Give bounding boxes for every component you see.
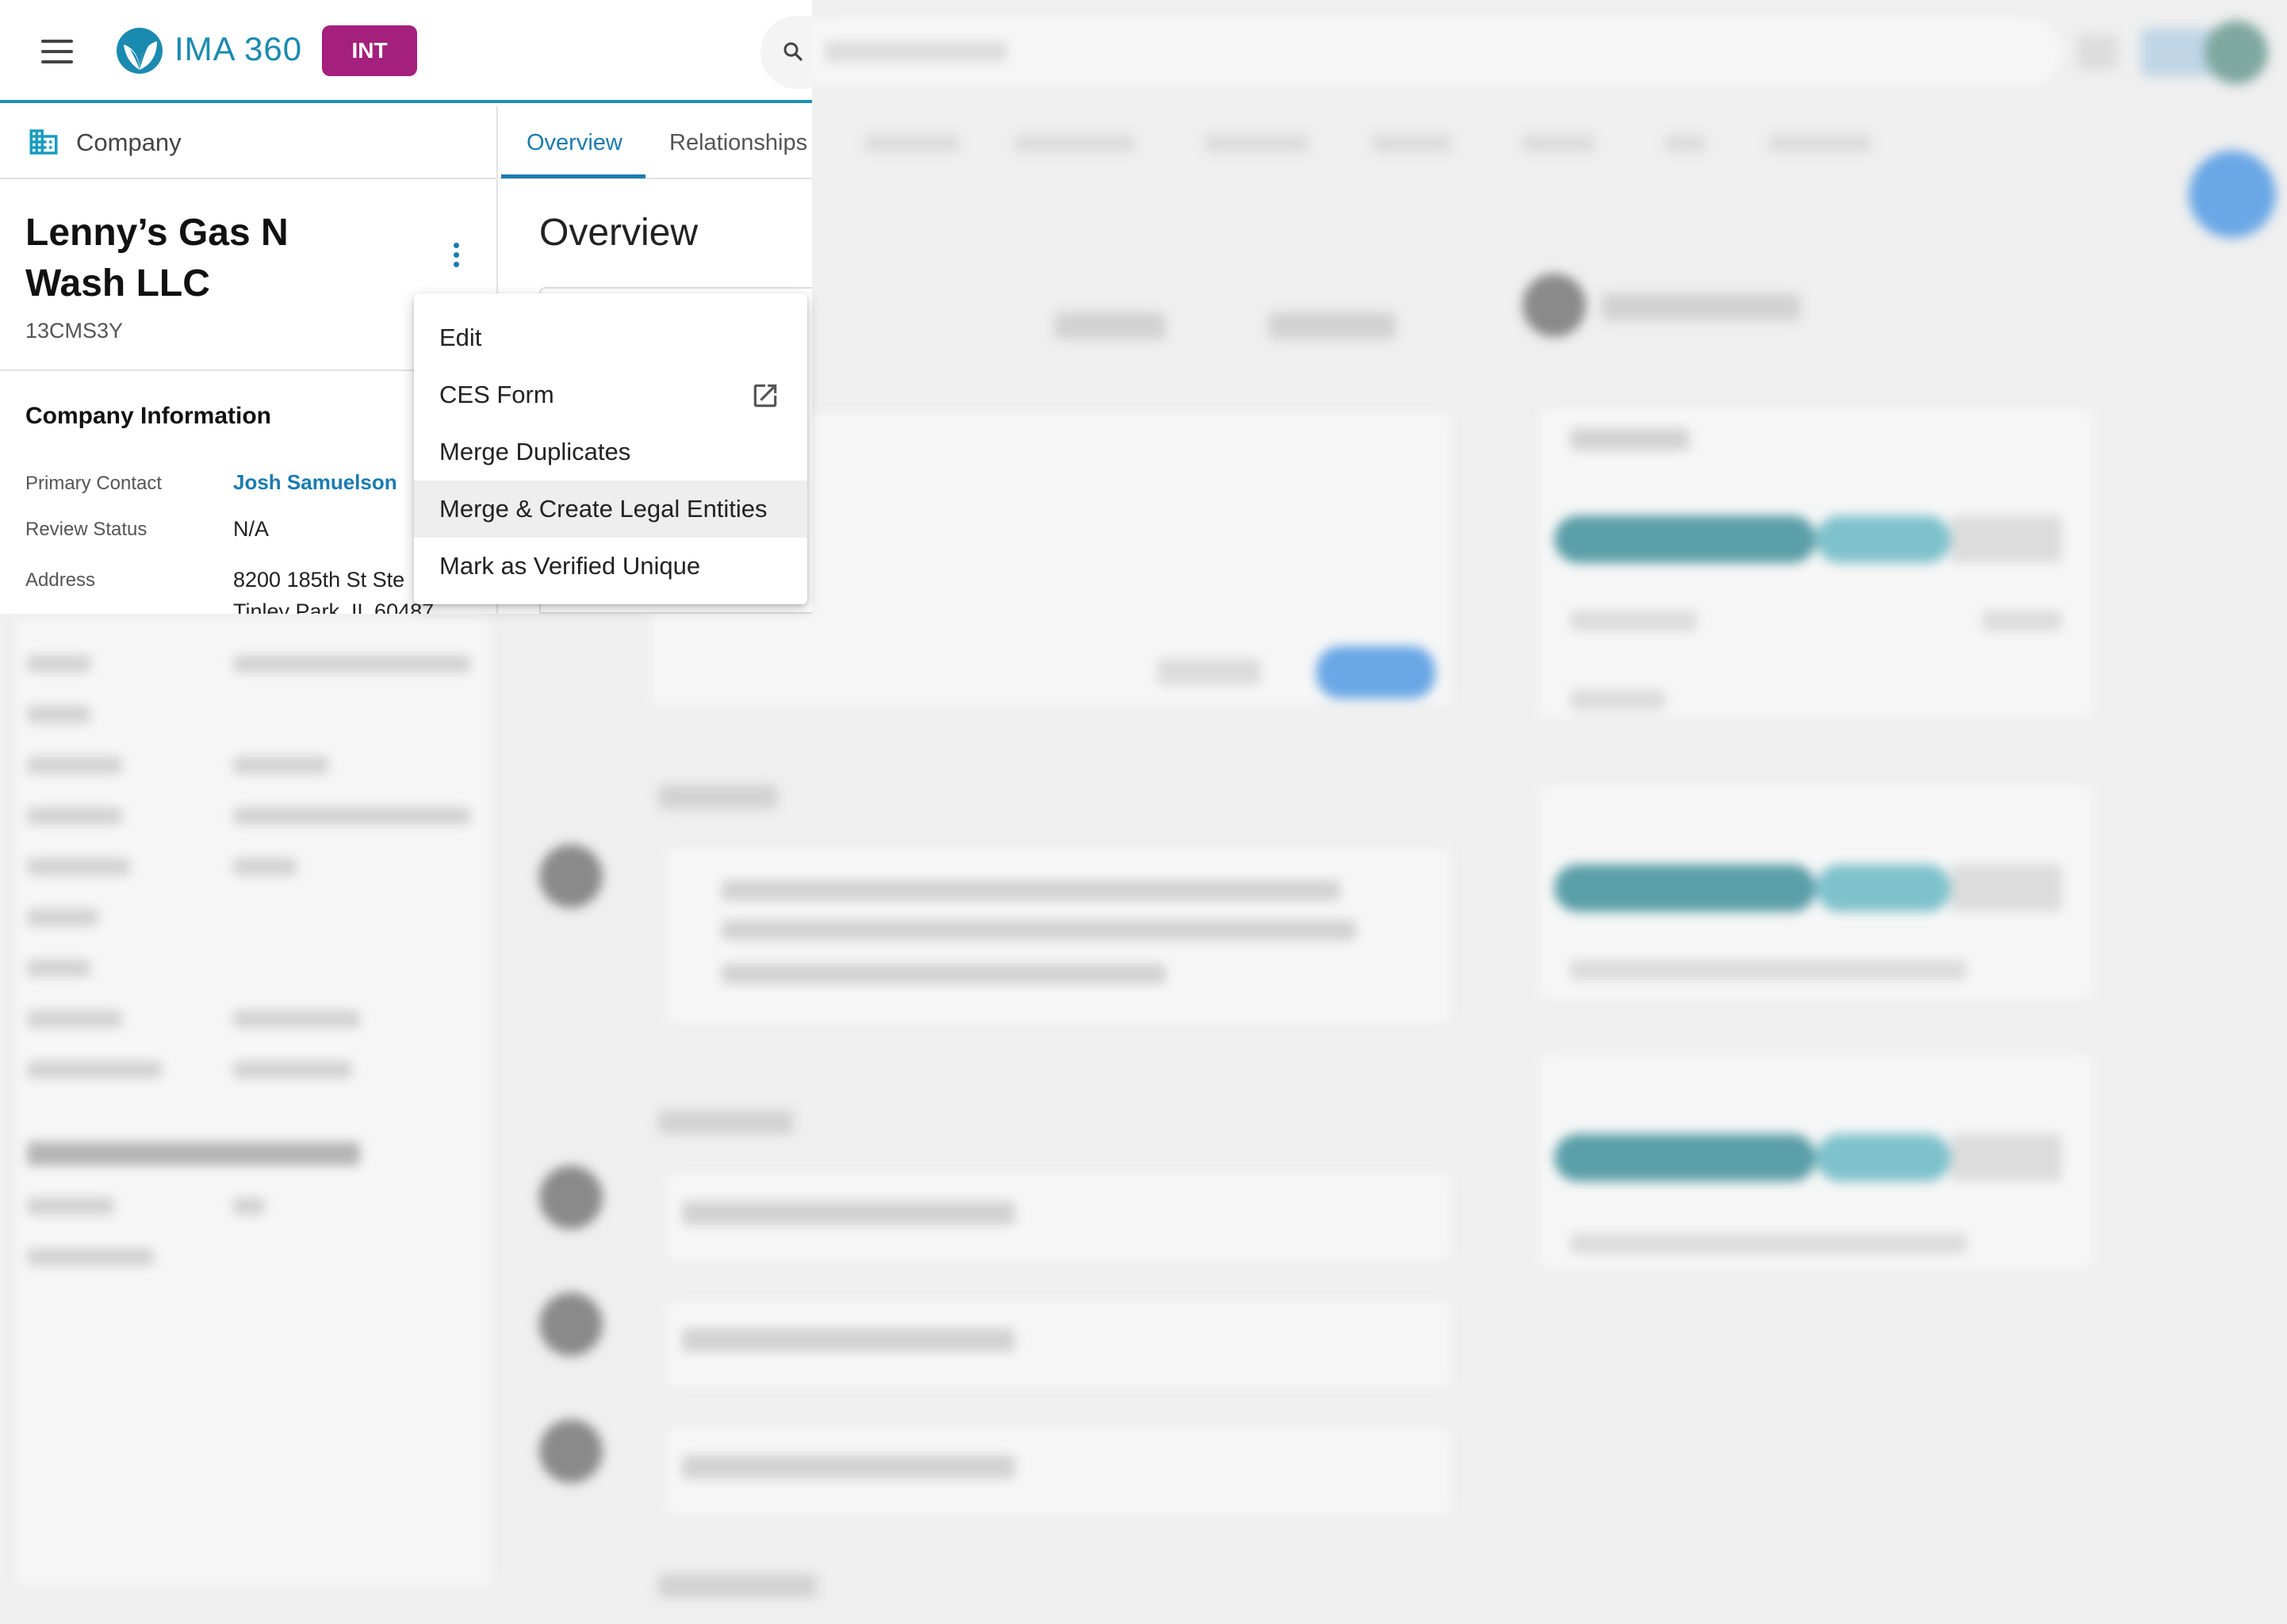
building-icon xyxy=(29,129,58,155)
text-bg xyxy=(722,880,1340,901)
address-line2: Tinley Park, IL 60487 xyxy=(233,599,435,614)
bar-bg xyxy=(1554,1134,1816,1182)
page-title: Overview xyxy=(539,212,699,254)
text-bg xyxy=(682,1455,1015,1479)
bar-bg xyxy=(1554,864,1816,912)
fab-bg xyxy=(2189,151,2276,238)
bar-bg xyxy=(1951,864,2062,912)
avatar-bg xyxy=(2205,21,2268,84)
value-bg xyxy=(233,807,471,825)
field-label-primary-contact: Primary Contact xyxy=(25,473,163,494)
text-bg xyxy=(722,963,1166,984)
heading-bg xyxy=(658,1574,817,1598)
tab-bg xyxy=(1665,135,1705,152)
field-label-address: Address xyxy=(25,569,96,591)
bar-bg xyxy=(1816,515,1951,563)
text-bg xyxy=(1570,690,1665,710)
label-bg xyxy=(27,909,98,926)
environment-badge: INT xyxy=(322,25,417,76)
active-tab-indicator xyxy=(501,174,645,178)
search-icon[interactable] xyxy=(781,40,805,63)
menu-item-edit[interactable]: Edit xyxy=(414,309,807,366)
label-bg xyxy=(27,756,122,774)
text-bg xyxy=(682,1201,1015,1225)
menu-item-merge-create-legal-entities[interactable]: Merge & Create Legal Entities xyxy=(414,481,807,538)
menu-item-ces-form-label: CES Form xyxy=(439,381,554,408)
text-bg xyxy=(722,920,1356,940)
text-bg xyxy=(1982,611,2062,631)
value-bg xyxy=(233,756,328,774)
cancel-bg xyxy=(1158,658,1261,685)
menu-item-ces-form[interactable]: CES Form xyxy=(414,366,807,423)
app-bar: IMA 360 INT xyxy=(0,0,812,103)
label-bg xyxy=(27,1061,162,1078)
label-bg xyxy=(27,807,122,825)
text-bg xyxy=(1602,293,1800,320)
label-bg xyxy=(27,655,90,672)
tab-bg xyxy=(1768,135,1871,152)
menu-item-merge-duplicates[interactable]: Merge Duplicates xyxy=(414,423,807,481)
toolbar-button-bg xyxy=(2078,35,2117,70)
tab-overview[interactable]: Overview xyxy=(527,130,623,156)
label-bg xyxy=(27,959,90,977)
text-bg xyxy=(1570,611,1697,631)
bar-bg xyxy=(1554,515,1816,563)
avatar-bg xyxy=(539,1166,603,1229)
save-bg xyxy=(1316,646,1435,699)
label-bg xyxy=(27,1248,154,1266)
company-code: 13CMS3Y xyxy=(25,319,124,343)
hamburger-menu-icon[interactable] xyxy=(41,40,73,63)
address-line1: 8200 185th St Ste xyxy=(233,568,405,592)
field-label-review-status: Review Status xyxy=(25,519,147,540)
label-bg xyxy=(27,1197,114,1215)
panel-header-label: Company xyxy=(76,128,182,156)
panel-header: Company xyxy=(0,106,498,179)
text-bg xyxy=(682,1328,1015,1352)
card-bg xyxy=(1538,408,2094,718)
actions-menu: Edit CES Form Merge Duplicates Merge & C… xyxy=(414,293,807,604)
menu-item-mark-verified-unique[interactable]: Mark as Verified Unique xyxy=(414,538,807,595)
ima360-logo-icon xyxy=(117,28,163,74)
filter-bg xyxy=(1055,312,1166,339)
value-bg xyxy=(233,1010,360,1028)
tab-relationships[interactable]: Relationships xyxy=(669,130,807,156)
tab-bar: Overview Relationships xyxy=(500,106,812,179)
text-bg xyxy=(1570,428,1689,450)
bar-bg xyxy=(1951,515,2062,563)
bar-bg xyxy=(1816,864,1951,912)
company-name: Lenny’s Gas N Wash LLC xyxy=(25,212,289,304)
search-text-bg xyxy=(825,41,1007,62)
value-bg xyxy=(233,1061,352,1078)
tab-bg xyxy=(1205,135,1308,152)
bar-bg xyxy=(1816,1134,1951,1182)
more-vertical-icon[interactable] xyxy=(444,243,468,274)
section-title: Company Information xyxy=(25,403,272,429)
bar-bg xyxy=(1951,1134,2062,1182)
tab-bg xyxy=(1372,135,1451,152)
text-bg xyxy=(1570,959,1967,980)
review-status-value: N/A xyxy=(233,517,270,541)
tab-bg xyxy=(864,135,960,152)
filter-bg xyxy=(1269,312,1396,339)
value-bg xyxy=(233,1197,265,1215)
avatar-bg xyxy=(539,845,603,908)
label-bg xyxy=(27,706,90,723)
primary-contact-link[interactable]: Josh Samuelson xyxy=(233,470,397,495)
avatar-bg xyxy=(539,1419,603,1483)
open-in-new-icon xyxy=(753,384,777,408)
avatar-bg xyxy=(539,1293,603,1356)
heading-bg xyxy=(27,1142,360,1166)
app-logo-text: IMA 360 xyxy=(174,30,303,67)
tab-bg xyxy=(1523,135,1594,152)
label-bg xyxy=(27,858,130,875)
value-bg xyxy=(233,858,297,875)
label-bg xyxy=(27,1010,122,1028)
tab-bg xyxy=(1015,135,1134,152)
text-bg xyxy=(1570,1233,1967,1254)
value-bg xyxy=(233,655,471,672)
avatar-bg xyxy=(1523,274,1586,337)
heading-bg xyxy=(658,785,777,809)
heading-bg xyxy=(658,1110,793,1134)
